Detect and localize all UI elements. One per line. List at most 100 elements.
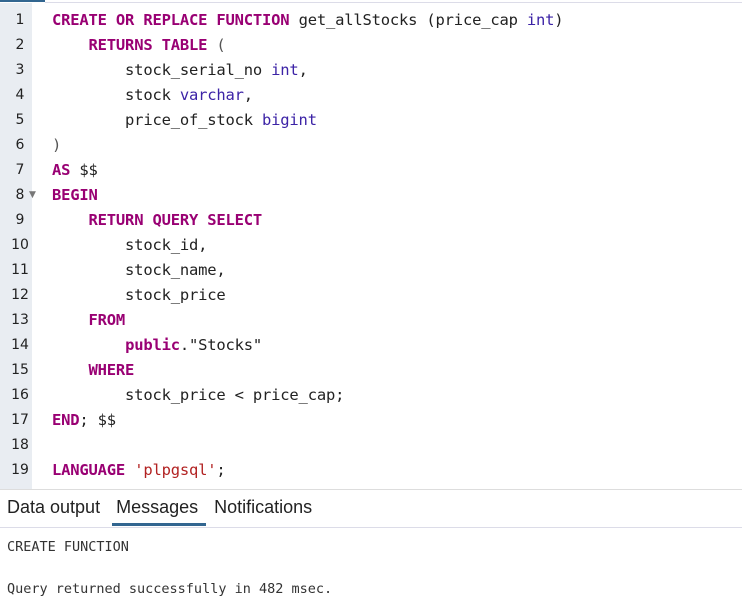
line-number-text: 15: [11, 362, 29, 378]
line-number-text: 16: [11, 387, 29, 403]
line-number-text: 4: [15, 87, 25, 103]
line-number: 8 ▼: [0, 183, 36, 208]
sql-editor[interactable]: 1 2 3 4 5 6 7 8 ▼ 9 10 11 12 13 14 15 16 17 18 19 CREATE OR…: [0, 3, 742, 489]
code-line: stock_id,: [52, 233, 742, 258]
code-token: varchar: [179, 86, 244, 104]
line-number: 2: [0, 33, 32, 58]
code-line: ): [52, 133, 742, 158]
code-line: END; $$: [52, 408, 742, 433]
code-token: CREATE OR REPLACE FUNCTION: [52, 11, 290, 29]
message-result: CREATE FUNCTION: [7, 539, 129, 555]
code-token: BEGIN: [52, 186, 98, 204]
code-token: RETURN QUERY SELECT: [88, 211, 263, 229]
code-token: (: [207, 36, 226, 54]
line-number-text: 13: [11, 312, 29, 328]
tab-notifications[interactable]: Notifications: [206, 490, 320, 525]
line-number: 19: [0, 458, 32, 483]
code-line: stock varchar,: [52, 83, 742, 108]
line-number: 1: [0, 8, 32, 33]
tab-messages[interactable]: Messages: [108, 490, 207, 526]
code-line: public."Stocks": [52, 333, 742, 358]
line-number: 7: [0, 158, 32, 183]
code-token: RETURNS TABLE: [88, 36, 208, 54]
line-number-text: 18: [11, 437, 29, 453]
code-token: stock_id,: [52, 236, 208, 254]
code-line: FROM: [52, 308, 742, 333]
code-line: AS $$: [52, 158, 742, 183]
line-number-text: 12: [11, 287, 29, 303]
code-line: stock_serial_no int,: [52, 58, 742, 83]
code-token: ): [554, 11, 564, 29]
code-token: ; $$: [79, 411, 116, 429]
code-line: BEGIN: [52, 183, 742, 208]
code-token: bigint: [262, 111, 317, 129]
line-number-text: 19: [11, 462, 29, 478]
code-token: stock: [52, 86, 180, 104]
line-number-gutter: 1 2 3 4 5 6 7 8 ▼ 9 10 11 12 13 14 15 16 17 18 19: [0, 3, 36, 489]
code-line: RETURN QUERY SELECT: [52, 208, 742, 233]
line-number: 15: [0, 358, 32, 383]
code-token: stock_name,: [52, 261, 226, 279]
tab-data-output[interactable]: Data output: [0, 490, 108, 525]
message-status: Query returned successfully in 482 msec.: [7, 581, 333, 597]
messages-panel: CREATE FUNCTION Query returned successfu…: [7, 537, 332, 600]
editor-tab-indicator: [0, 0, 45, 2]
line-number: 4: [0, 83, 32, 108]
fold-arrow-icon[interactable]: ▼: [29, 183, 36, 208]
code-token: WHERE: [88, 361, 135, 379]
line-number-text: 7: [15, 162, 25, 178]
code-token: price_of_stock: [52, 111, 263, 129]
line-number: 12: [0, 283, 32, 308]
code-line: LANGUAGE 'plpgsql';: [52, 458, 742, 483]
code-line: price_of_stock bigint: [52, 108, 742, 133]
code-token: int: [271, 61, 299, 79]
code-token: LANGUAGE: [52, 461, 126, 479]
code-token: ): [52, 136, 62, 154]
code-token: stock_price < price_cap;: [52, 386, 345, 404]
line-number: 9: [0, 208, 32, 233]
code-token: ,: [298, 61, 308, 79]
line-number-text: 17: [11, 412, 29, 428]
code-line: CREATE OR REPLACE FUNCTION get_allStocks…: [52, 8, 742, 33]
code-token: get_allStocks (price_cap: [289, 11, 527, 29]
code-token: ."Stocks": [179, 336, 263, 354]
code-token: stock_serial_no: [52, 61, 272, 79]
code-token: AS: [52, 161, 71, 179]
line-number: 18: [0, 433, 32, 458]
line-number: 11: [0, 258, 32, 283]
code-token: END: [52, 411, 80, 429]
line-number-text: 5: [15, 112, 25, 128]
code-token: ;: [216, 461, 226, 479]
output-tabs: Data output Messages Notifications: [0, 490, 742, 527]
line-number-text: 3: [15, 62, 25, 78]
line-number-text: 6: [15, 137, 25, 153]
line-number: 5: [0, 108, 32, 133]
code-line: WHERE: [52, 358, 742, 383]
line-number-text: 1: [15, 12, 25, 28]
code-area[interactable]: CREATE OR REPLACE FUNCTION get_allStocks…: [32, 3, 742, 489]
line-number-text: 14: [11, 337, 29, 353]
line-number-text: 2: [15, 37, 25, 53]
line-number-text: 10: [11, 237, 29, 253]
line-number: 17: [0, 408, 32, 433]
tabs-divider: [0, 527, 742, 528]
code-token: FROM: [88, 311, 126, 329]
code-line: stock_price: [52, 283, 742, 308]
line-number-text: 11: [11, 262, 29, 278]
code-token: int: [526, 11, 555, 29]
code-token: public: [125, 336, 180, 354]
code-line: stock_price < price_cap;: [52, 383, 742, 408]
code-line: RETURNS TABLE (: [52, 33, 742, 58]
line-number-text: 9: [15, 212, 25, 228]
line-number: 6: [0, 133, 32, 158]
code-token: stock_price: [52, 286, 226, 304]
code-token: $$: [70, 161, 98, 179]
code-token: 'plpgsql': [134, 461, 217, 479]
